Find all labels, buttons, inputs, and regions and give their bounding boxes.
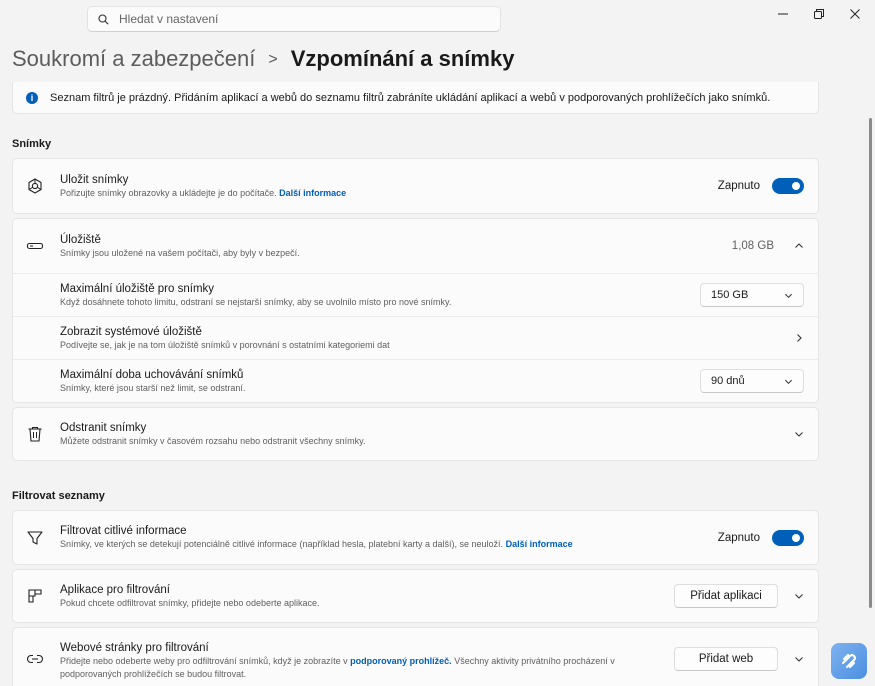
system-storage-title: Zobrazit systémové úložiště xyxy=(60,325,202,338)
close-icon xyxy=(850,9,860,19)
scrollbar[interactable] xyxy=(869,118,872,608)
minimize-button[interactable] xyxy=(768,6,798,22)
storage-card: Úložiště Snímky jsou uložené na vašem po… xyxy=(12,218,819,403)
filter-sensitive-desc: Snímky, ve kterých se detekují potenciál… xyxy=(60,539,504,549)
filter-web-card: Webové stránky pro filtrování Přidejte n… xyxy=(12,627,819,686)
search-box[interactable] xyxy=(87,6,501,32)
save-snapshots-title: Uložit snímky xyxy=(60,173,129,186)
restore-button[interactable] xyxy=(804,6,834,22)
retention-row: Maximální doba uchovávání snímků Snímky,… xyxy=(13,359,818,402)
breadcrumb: Soukromí a zabezpečení > Vzpomínání a sn… xyxy=(12,46,514,72)
delete-snapshots-desc: Můžete odstranit snímky v časovém rozsah… xyxy=(60,435,366,446)
chevron-down-icon[interactable] xyxy=(794,591,804,601)
copilot-icon[interactable] xyxy=(831,643,867,679)
breadcrumb-parent[interactable]: Soukromí a zabezpečení xyxy=(12,46,255,72)
storage-title: Úložiště xyxy=(60,233,101,246)
snapshot-icon xyxy=(26,177,44,195)
restore-icon xyxy=(814,9,824,19)
breadcrumb-separator: > xyxy=(268,51,278,68)
system-storage-row[interactable]: Zobrazit systémové úložiště Podívejte se… xyxy=(13,316,818,359)
save-snapshots-card: Uložit snímky Pořizujte snímky obrazovky… xyxy=(12,158,819,214)
save-snapshots-desc: Pořizujte snímky obrazovky a ukládejte j… xyxy=(60,187,277,198)
max-storage-title: Maximální úložiště pro snímky xyxy=(60,282,215,295)
chevron-down-icon xyxy=(784,293,793,298)
filter-apps-desc: Pokud chcete odfiltrovat snímky, přidejt… xyxy=(60,597,320,608)
section-title-snapshots: Snímky xyxy=(12,138,52,150)
chevron-down-icon xyxy=(795,432,803,437)
retention-title: Maximální doba uchovávání snímků xyxy=(60,368,244,381)
minimize-icon xyxy=(778,13,788,15)
storage-used-value: 1,08 GB xyxy=(731,240,774,252)
learn-more-link[interactable]: Další informace xyxy=(279,188,346,198)
link-icon xyxy=(26,650,44,668)
chevron-up-icon[interactable] xyxy=(794,241,804,251)
filter-sensitive-card: Filtrovat citlivé informace Snímky, ve k… xyxy=(12,510,819,565)
page-title: Vzpomínání a snímky xyxy=(290,46,515,71)
storage-drive-icon xyxy=(26,237,44,255)
retention-dropdown[interactable]: 90 dnů xyxy=(700,369,804,393)
filter-apps-card: Aplikace pro filtrování Pokud chcete odf… xyxy=(12,569,819,623)
filter-apps-title: Aplikace pro filtrování xyxy=(60,583,170,596)
filter-icon xyxy=(26,529,44,547)
delete-snapshots-title: Odstranit snímky xyxy=(60,421,147,434)
storage-header-row[interactable]: Úložiště Snímky jsou uložené na vašem po… xyxy=(13,219,818,273)
max-storage-selected: 150 GB xyxy=(711,289,749,301)
max-storage-dropdown[interactable]: 150 GB xyxy=(700,283,804,307)
save-snapshots-toggle[interactable] xyxy=(772,178,804,194)
max-storage-desc: Když dosáhnete tohoto limitu, odstraní s… xyxy=(60,296,452,307)
chevron-down-icon xyxy=(784,379,793,384)
add-web-button[interactable]: Přidat web xyxy=(674,647,778,671)
apps-icon xyxy=(26,587,44,605)
retention-selected: 90 dnů xyxy=(711,375,745,387)
trash-icon xyxy=(26,425,44,443)
filter-sensitive-title: Filtrovat citlivé informace xyxy=(60,525,187,537)
info-banner: i Seznam filtrů je prázdný. Přidáním apl… xyxy=(12,82,819,114)
save-snapshots-toggle-label: Zapnuto xyxy=(717,180,760,192)
chevron-right-icon xyxy=(797,334,802,342)
info-icon: i xyxy=(26,91,38,104)
search-icon xyxy=(98,13,109,25)
section-title-filters: Filtrovat seznamy xyxy=(12,490,105,502)
max-storage-row: Maximální úložiště pro snímky Když dosáh… xyxy=(13,273,818,316)
chevron-down-icon[interactable] xyxy=(794,654,804,664)
filter-web-desc-before: Přidejte nebo odeberte weby pro odfiltro… xyxy=(60,656,348,666)
retention-desc: Snímky, které jsou starší než limit, se … xyxy=(60,382,246,393)
close-button[interactable] xyxy=(840,6,870,22)
supported-browser-link[interactable]: podporovaný prohlížeč. xyxy=(350,656,452,666)
add-app-button[interactable]: Přidat aplikaci xyxy=(674,584,778,608)
storage-desc: Snímky jsou uložené na vašem počítači, a… xyxy=(60,247,300,258)
info-banner-text: Seznam filtrů je prázdný. Přidáním aplik… xyxy=(50,91,771,104)
filter-sensitive-toggle[interactable] xyxy=(772,529,804,546)
search-input[interactable] xyxy=(119,12,459,26)
system-storage-desc: Podívejte se, jak je na tom úložiště sní… xyxy=(60,339,390,350)
filter-sensitive-toggle-label: Zapnuto xyxy=(717,531,760,544)
learn-more-link[interactable]: Další informace xyxy=(506,539,573,549)
filter-web-title: Webové stránky pro filtrování xyxy=(60,642,209,654)
delete-snapshots-card[interactable]: Odstranit snímky Můžete odstranit snímky… xyxy=(12,407,819,461)
